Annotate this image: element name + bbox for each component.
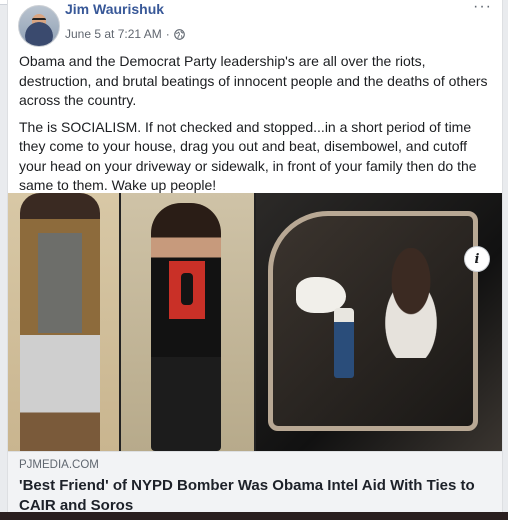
person-shirt bbox=[38, 233, 82, 333]
more-options-icon[interactable]: ··· bbox=[473, 0, 492, 15]
photo-panel-middle bbox=[121, 193, 254, 451]
info-icon[interactable]: i bbox=[464, 246, 490, 272]
meta-separator: · bbox=[165, 27, 170, 41]
post-meta: June 5 at 7:21 AM · bbox=[65, 27, 185, 41]
link-preview[interactable]: PJMEDIA.COM 'Best Friend' of NYPD Bomber… bbox=[8, 451, 502, 512]
avatar-glasses bbox=[32, 18, 46, 24]
globe-icon[interactable] bbox=[173, 28, 185, 40]
person-shirt bbox=[169, 261, 205, 319]
post-paragraph: The is SOCIALISM. If not checked and sto… bbox=[19, 118, 477, 194]
post-header: Jim Waurishuk June 5 at 7:21 AM · ··· bbox=[8, 0, 502, 50]
post-paragraph: Obama and the Democrat Party leadership'… bbox=[19, 53, 488, 108]
bottom-strip bbox=[0, 512, 508, 520]
link-domain: PJMEDIA.COM bbox=[19, 459, 99, 471]
bottle bbox=[334, 308, 354, 378]
post-card: Jim Waurishuk June 5 at 7:21 AM · ··· Ob… bbox=[7, 0, 503, 512]
person-figure bbox=[151, 203, 221, 451]
post-text: Obama and the Democrat Party leadership'… bbox=[19, 52, 493, 203]
avatar[interactable] bbox=[18, 5, 60, 47]
author-name[interactable]: Jim Waurishuk bbox=[65, 2, 164, 14]
photo-panel-left bbox=[8, 193, 119, 451]
masked-face bbox=[366, 248, 456, 358]
photo-panel-right bbox=[256, 193, 502, 451]
link-preview-image[interactable] bbox=[8, 193, 502, 451]
post-timestamp[interactable]: June 5 at 7:21 AM bbox=[65, 27, 162, 41]
link-headline[interactable]: 'Best Friend' of NYPD Bomber Was Obama I… bbox=[19, 476, 497, 512]
